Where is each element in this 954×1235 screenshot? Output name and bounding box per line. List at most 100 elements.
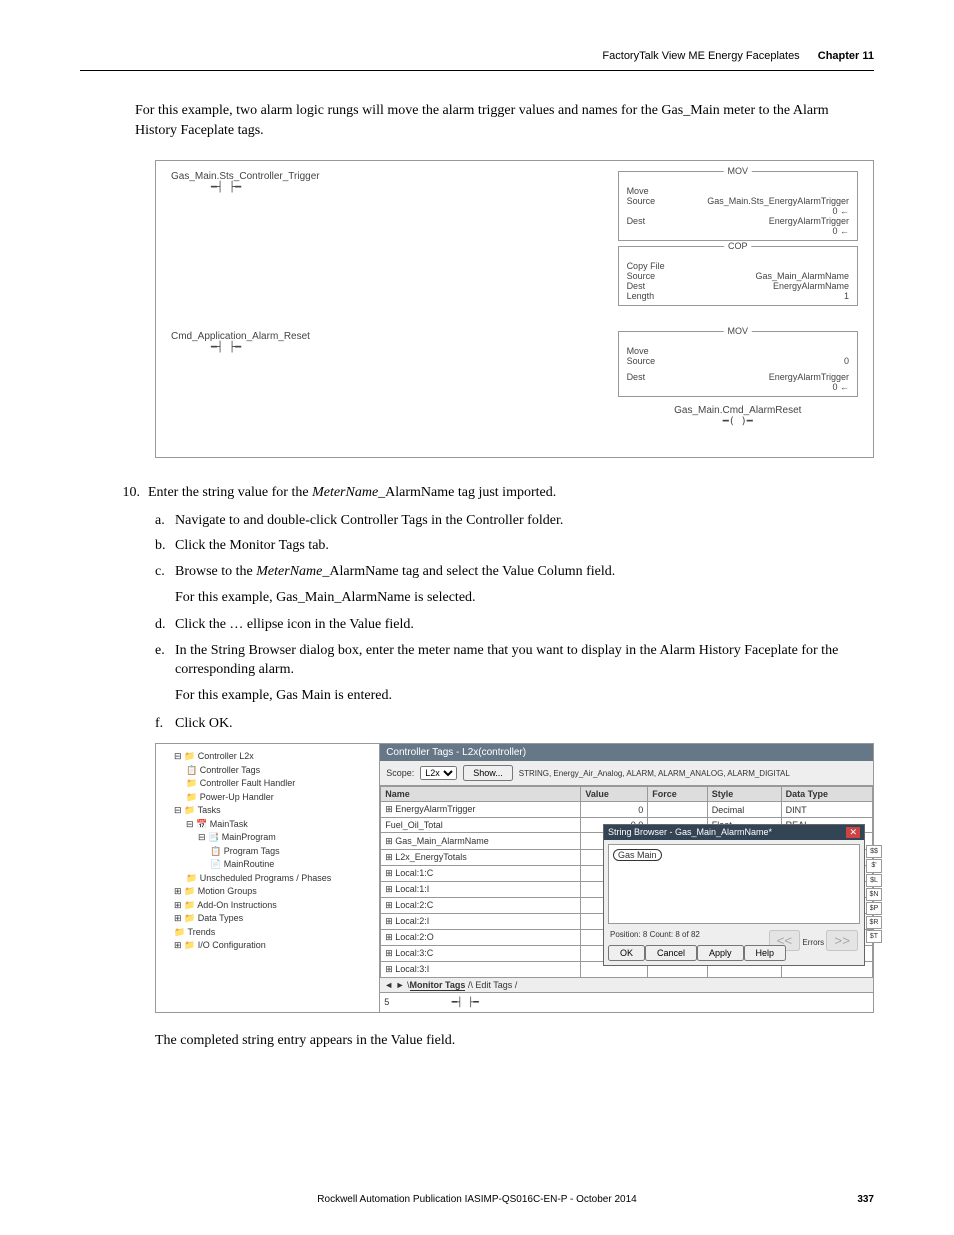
special-char-button[interactable]: $N [866,888,882,901]
step10c-italic: MeterName [256,564,322,579]
step10-prefix: Enter the string value for the [148,485,312,500]
scope-select[interactable]: L2x [420,766,457,780]
col-value[interactable]: Value [581,787,648,802]
rung1-tag: Gas_Main.Sts_Controller_Trigger [171,171,446,182]
cell-name[interactable]: ⊞ Local:1:I [381,882,581,898]
special-char-button[interactable]: $L [866,874,882,887]
cancel-button[interactable]: Cancel [645,945,697,961]
tree-tasks[interactable]: ⊟ 📁 Tasks [162,804,373,818]
step-10a: a. Navigate to and double-click Controll… [155,511,874,531]
special-char-button[interactable]: $P [866,902,882,915]
tree-fault-handler[interactable]: 📁 Controller Fault Handler [162,777,373,791]
cop-len-val: 1 [844,291,849,301]
mov2-source-val: 0 [844,356,849,366]
mov-dest-num: 0 ← [832,226,849,236]
substep-text: Click OK. [175,714,874,734]
mov2-dest-val: EnergyAlarmTrigger [769,372,849,382]
special-char-button[interactable]: $R [866,916,882,929]
tree-addon[interactable]: ⊞ 📁 Add-On Instructions [162,899,373,913]
step-10e: e. In the String Browser dialog box, ent… [155,641,874,680]
errors-button[interactable]: Errors [802,938,824,947]
step-10: 10. Enter the string value for the Meter… [115,483,874,503]
col-style[interactable]: Style [707,787,781,802]
cop-dest-val: EnergyAlarmName [773,281,849,291]
help-button[interactable]: Help [744,945,787,961]
tags-toolbar: Scope: L2x Show... STRING, Energy_Air_An… [380,761,873,786]
mov-source-label: Source [627,196,656,206]
substep-letter: e. [155,641,175,680]
ote-coil-icon: ━( )━ [618,416,858,427]
tree-controller-tags[interactable]: 📋 Controller Tags [162,764,373,778]
string-browser-status: Position: 8 Count: 8 of 82 [610,930,700,939]
substep-text: Browse to the MeterName_AlarmName tag an… [175,562,874,582]
step-10d: d. Click the … ellipse icon in the Value… [155,615,874,635]
header-doc-title: FactoryTalk View ME Energy Faceplates [602,50,799,62]
mov2-label: MOV [724,326,753,336]
tab-monitor[interactable]: Monitor Tags [410,980,466,991]
cell-name[interactable]: ⊞ EnergyAlarmTrigger [381,802,581,818]
substep-letter: f. [155,714,175,734]
mov-instruction: MOV Move SourceGas_Main.Sts_EnergyAlarmT… [618,171,858,241]
step-number: 10. [115,483,148,503]
scope-label: Scope: [386,768,414,778]
tree-program-tags[interactable]: 📋 Program Tags [162,845,373,859]
special-char-button[interactable]: $' [866,859,882,872]
ok-button[interactable]: OK [608,945,645,961]
cell-name[interactable]: ⊞ Gas_Main_AlarmName [381,833,581,850]
show-button[interactable]: Show... [463,765,513,781]
tree-motion-groups[interactable]: ⊞ 📁 Motion Groups [162,885,373,899]
cell-name[interactable]: ⊞ Local:3:I [381,962,581,978]
col-datatype[interactable]: Data Type [781,787,872,802]
next-error-button[interactable]: >> [826,930,858,951]
tree-trends[interactable]: 📁 Trends [162,926,373,940]
special-char-button[interactable]: $T [866,930,882,943]
apply-button[interactable]: Apply [697,945,744,961]
tab-edit[interactable]: Edit Tags [475,980,512,990]
step-10e-note: For this example, Gas Main is entered. [175,686,874,706]
tabs-row: ◄ ► \Monitor Tags /\ Edit Tags / [380,978,873,992]
cell-name[interactable]: ⊞ Local:1:C [381,866,581,882]
cell-name[interactable]: ⊞ L2x_EnergyTotals [381,850,581,866]
tree-unscheduled[interactable]: 📁 Unscheduled Programs / Phases [162,872,373,886]
step-10c: c. Browse to the MeterName_AlarmName tag… [155,562,874,582]
mov2-dest-label: Dest [627,372,646,382]
cell-dtype[interactable]: DINT [781,802,872,818]
cell-name[interactable]: ⊞ Local:2:O [381,930,581,946]
special-char-button[interactable]: $$ [866,845,882,858]
controller-tree[interactable]: ⊟ 📁 Controller L2x 📋 Controller Tags 📁 C… [156,744,380,1012]
col-force[interactable]: Force [648,787,708,802]
page-footer: Rockwell Automation Publication IASIMP-Q… [80,1194,874,1205]
string-browser-dialog[interactable]: String Browser - Gas_Main_AlarmName* ✕ G… [603,824,865,966]
tree-io-config[interactable]: ⊞ 📁 I/O Configuration [162,939,373,953]
tree-powerup-handler[interactable]: 📁 Power-Up Handler [162,791,373,805]
ladder-figure: Gas_Main.Sts_Controller_Trigger ━┤ ├━ MO… [155,160,874,458]
substep-text: Navigate to and double-click Controller … [175,511,874,531]
cop-source-label: Source [627,271,656,281]
close-icon[interactable]: ✕ [846,827,860,838]
cell-style[interactable]: Decimal [707,802,781,818]
col-name[interactable]: Name [381,787,581,802]
cell-name[interactable]: ⊞ Local:2:I [381,914,581,930]
post-figure-text: The completed string entry appears in th… [155,1033,874,1049]
tree-mainroutine[interactable]: 📄 MainRoutine [162,858,373,872]
cop-label: COP [724,241,752,251]
mov-label: MOV [724,166,753,176]
tree-mainprogram[interactable]: ⊟ 📑 MainProgram [162,831,373,845]
step10-italic: MeterName [312,485,378,500]
table-row[interactable]: ⊞ EnergyAlarmTrigger0 DecimalDINT [381,802,873,818]
tree-controller[interactable]: ⊟ 📁 Controller L2x [162,750,373,764]
cell-force[interactable] [648,802,708,818]
cell-value[interactable]: 0 [581,802,648,818]
cell-name[interactable]: Fuel_Oil_Total [381,818,581,833]
output-tag: Gas_Main.Cmd_AlarmReset [618,405,858,416]
cell-name[interactable]: ⊞ Local:2:C [381,898,581,914]
substep-text: In the String Browser dialog box, enter … [175,641,874,680]
mov-dest-val: EnergyAlarmTrigger [769,216,849,226]
step10-suffix: _AlarmName tag just imported. [378,485,556,500]
tree-data-types[interactable]: ⊞ 📁 Data Types [162,912,373,926]
cell-name[interactable]: ⊞ Local:3:C [381,946,581,962]
tree-maintask[interactable]: ⊟ 📅 MainTask [162,818,373,832]
cop-source-val: Gas_Main_AlarmName [755,271,849,281]
string-value-input[interactable]: Gas Main [613,849,662,861]
xic-contact-icon: ━┤ ├━ [211,342,241,353]
